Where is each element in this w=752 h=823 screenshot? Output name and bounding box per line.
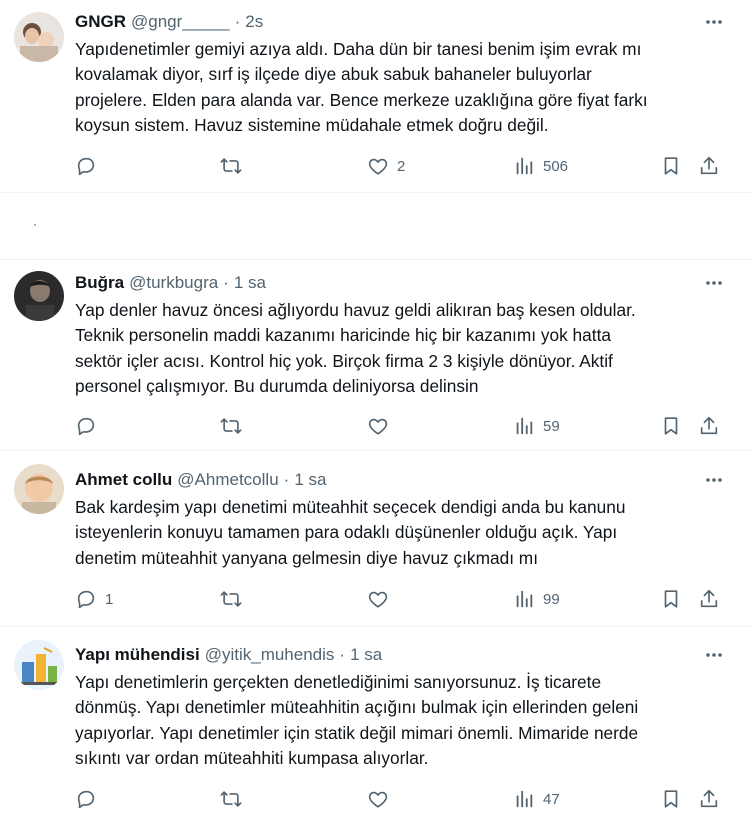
display-name[interactable]: GNGR [75, 12, 126, 32]
separator-dot: · [234, 12, 241, 31]
like-icon [368, 791, 388, 808]
like-count: 2 [397, 157, 406, 175]
bookmark-button[interactable] [660, 153, 682, 179]
share-button[interactable] [698, 413, 720, 439]
more-icon[interactable] [702, 272, 726, 294]
stray-dot [34, 224, 36, 226]
bookmark-button[interactable] [660, 413, 682, 439]
tweet[interactable]: Yapı mühendisi @yitik_muhendis · 1 sa Ya… [0, 628, 752, 823]
user-handle[interactable]: @yitik_muhendis [205, 645, 335, 665]
more-icon[interactable] [702, 11, 726, 33]
reply-icon [77, 590, 95, 609]
repost-button[interactable] [220, 153, 250, 179]
avatar[interactable] [14, 12, 64, 62]
avatar[interactable] [14, 640, 64, 690]
views-button[interactable]: 99 [513, 586, 560, 612]
bookmark-icon [664, 790, 678, 808]
display-name[interactable]: Yapı mühendisi [75, 645, 200, 665]
display-name[interactable]: Ahmet collu [75, 470, 172, 490]
timestamp[interactable]: 1 sa [294, 470, 326, 490]
display-name[interactable]: Buğra [75, 273, 124, 293]
separator-dot: · [223, 273, 229, 292]
share-icon [700, 156, 718, 175]
views-count: 47 [543, 790, 560, 808]
repost-icon [220, 791, 242, 807]
tweet[interactable]: Buğra @turkbugra · 1 sa Yap denler havuz… [0, 259, 752, 451]
views-button[interactable]: 506 [513, 153, 568, 179]
views-icon [516, 790, 533, 808]
more-icon[interactable] [702, 644, 726, 666]
reply-icon [77, 790, 95, 809]
separator-dot: · [283, 470, 290, 489]
more-icon[interactable] [702, 469, 726, 491]
views-icon [516, 590, 533, 608]
user-handle[interactable]: @gngr_____ [131, 12, 230, 32]
bookmark-button[interactable] [660, 786, 682, 812]
timestamp[interactable]: 2s [245, 12, 263, 32]
views-count: 99 [543, 590, 560, 608]
tweet-text: Bak kardeşim yapı denetimi müteahhit seç… [75, 497, 626, 568]
share-button[interactable] [698, 153, 720, 179]
tweet-text: Yap denler havuz öncesi ağlıyordu havuz … [75, 300, 636, 397]
tweet-text: Yapı denetimlerin gerçekten denetlediğin… [75, 672, 639, 769]
like-button[interactable]: 2 [367, 153, 405, 179]
repost-button[interactable] [220, 586, 250, 612]
repost-icon [220, 418, 242, 434]
views-icon [516, 157, 533, 175]
tweet-actions: 1 99 [0, 586, 752, 612]
separator-dot: · [339, 645, 346, 664]
share-icon [700, 789, 718, 808]
timestamp[interactable]: 1 sa [350, 645, 382, 665]
reply-icon [77, 417, 95, 436]
bookmark-button[interactable] [660, 586, 682, 612]
repost-button[interactable] [220, 413, 250, 439]
reply-icon [77, 157, 95, 176]
reply-button[interactable] [75, 413, 105, 439]
share-icon [700, 589, 718, 608]
like-icon [368, 591, 388, 608]
like-icon [368, 418, 388, 435]
like-button[interactable] [367, 413, 397, 439]
avatar[interactable] [14, 464, 64, 514]
tweet-actions: 47 [0, 786, 752, 812]
bookmark-icon [664, 157, 678, 175]
reply-button[interactable] [75, 153, 105, 179]
reply-button[interactable] [75, 786, 105, 812]
repost-icon [220, 158, 242, 174]
views-count: 506 [543, 157, 569, 175]
views-button[interactable]: 59 [513, 413, 560, 439]
user-handle[interactable]: @Ahmetcollu [177, 470, 278, 490]
timestamp[interactable]: 1 sa [234, 273, 266, 293]
tweet-actions: 59 [0, 413, 752, 439]
share-button[interactable] [698, 586, 720, 612]
tweet[interactable]: GNGR @gngr_____ · 2s Yapıdenetimler gemi… [0, 0, 752, 193]
like-button[interactable] [367, 586, 397, 612]
reply-count: 1 [105, 590, 114, 608]
reply-button[interactable]: 1 [75, 586, 113, 612]
tweet-text: Yapıdenetimler gemiyi azıya aldı. Daha d… [75, 39, 648, 136]
tweet-actions: 2 506 [0, 153, 752, 179]
user-handle[interactable]: @turkbugra [129, 273, 218, 293]
repost-icon [220, 591, 242, 607]
like-icon [368, 158, 388, 175]
views-button[interactable]: 47 [513, 786, 560, 812]
avatar[interactable] [14, 271, 64, 321]
views-count: 59 [543, 417, 560, 435]
share-icon [700, 416, 718, 435]
views-icon [516, 417, 533, 435]
repost-button[interactable] [220, 786, 250, 812]
bookmark-icon [664, 417, 678, 435]
share-button[interactable] [698, 786, 720, 812]
bookmark-icon [664, 590, 678, 608]
tweet[interactable]: Ahmet collu @Ahmetcollu · 1 sa Bak karde… [0, 452, 752, 627]
like-button[interactable] [367, 786, 397, 812]
